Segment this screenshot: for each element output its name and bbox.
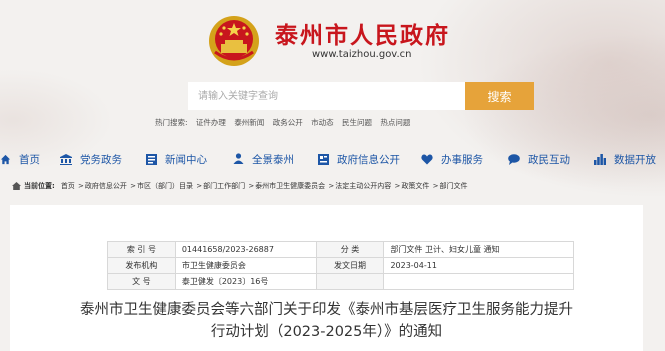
meta-value: 2023-04-11 xyxy=(383,257,574,274)
meta-key: 索 引 号 xyxy=(107,241,176,258)
meta-key: 发布机构 xyxy=(107,257,176,274)
nav-item-party-affairs[interactable]: 党务政务 xyxy=(60,150,122,168)
nav-item-label: 首页 xyxy=(19,153,40,166)
nav-item-interaction[interactable]: 政民互动 xyxy=(508,150,570,168)
news-icon xyxy=(146,153,157,165)
breadcrumb-item[interactable]: 部门文件 xyxy=(439,181,467,191)
nav-item-gov-info[interactable]: 政府信息公开 xyxy=(318,150,400,168)
nav-item-label: 党务政务 xyxy=(80,153,122,166)
document-title-line: 泰州市卫生健康委员会等六部门关于印发《泰州市基层医疗卫生服务能力提升 xyxy=(80,302,573,318)
nav-item-news-center[interactable]: 新闻中心 xyxy=(146,150,207,168)
national-emblem-icon[interactable] xyxy=(207,14,261,68)
site-url: www.taizhou.gov.cn xyxy=(312,49,412,60)
hot-search-label: 热门搜索: xyxy=(155,118,188,127)
building-icon xyxy=(60,153,72,165)
document-icon xyxy=(318,153,329,165)
nav-item-label: 政府信息公开 xyxy=(337,153,400,166)
main-nav: 首页 党务政务 新闻中心 全景泰州 政府信息公开 办事服务 政民互动 数据开放 xyxy=(0,150,665,168)
meta-key: 分 类 xyxy=(315,241,385,258)
meta-key: 文 号 xyxy=(107,273,176,290)
document-meta-table: 索 引 号 01441658/2023-26887 分 类 部门文件 卫计、妇女… xyxy=(107,241,574,290)
site-title[interactable]: 泰州市人民政府 xyxy=(275,16,450,50)
hot-search-item[interactable]: 热点问题 xyxy=(380,118,410,127)
table-row: 文 号 泰卫健发〔2023〕16号 xyxy=(107,273,574,290)
nav-item-open-data[interactable]: 数据开放 xyxy=(594,150,656,168)
nav-item-label: 政民互动 xyxy=(528,153,570,166)
nav-item-services[interactable]: 办事服务 xyxy=(421,150,483,168)
hot-search-item[interactable]: 民生问题 xyxy=(342,118,372,127)
nav-item-label: 新闻中心 xyxy=(165,153,207,166)
breadcrumb-item[interactable]: 政策文件 xyxy=(401,181,429,191)
nav-item-home[interactable]: 首页 xyxy=(0,150,40,168)
breadcrumb-item[interactable]: 泰州市卫生健康委员会 xyxy=(255,181,325,191)
search-input[interactable] xyxy=(188,82,465,110)
breadcrumb-item[interactable]: 政府信息公开 xyxy=(85,181,127,191)
hot-search-item[interactable]: 证件办理 xyxy=(196,118,226,127)
meta-value: 市卫生健康委员会 xyxy=(174,257,317,274)
document-title-line: 行动计划（2023-2025年）》的通知 xyxy=(210,324,443,340)
breadcrumb-item[interactable]: 首页 xyxy=(61,181,75,191)
person-icon xyxy=(233,153,244,164)
breadcrumb-item[interactable]: 市区（部门）目录 xyxy=(137,181,193,191)
nav-item-label: 全景泰州 xyxy=(252,153,294,166)
table-row: 发布机构 市卫生健康委员会 发文日期 2023-04-11 xyxy=(107,257,574,274)
site-header: 泰州市人民政府 www.taizhou.gov.cn xyxy=(0,0,665,80)
meta-value: 部门文件 卫计、妇女儿童 通知 xyxy=(383,241,574,258)
breadcrumb: 当前位置: 首页 > 政府信息公开 > 市区（部门）目录 > 部门工作部门 > … xyxy=(12,181,467,191)
home-icon xyxy=(0,154,11,164)
location-icon xyxy=(12,182,21,190)
document-title: 泰州市卫生健康委员会等六部门关于印发《泰州市基层医疗卫生服务能力提升 行动计划（… xyxy=(10,299,643,343)
nav-item-panorama[interactable]: 全景泰州 xyxy=(233,150,294,168)
hot-search-item[interactable]: 泰州新闻 xyxy=(234,118,264,127)
hot-search-item[interactable]: 政务公开 xyxy=(273,118,303,127)
hot-searches: 热门搜索: 证件办理 泰州新闻 政务公开 市动态 民生问题 热点问题 xyxy=(155,117,416,128)
meta-key: 发文日期 xyxy=(315,257,385,274)
hot-search-item[interactable]: 市动态 xyxy=(311,118,334,127)
breadcrumb-label: 当前位置: xyxy=(24,182,55,190)
chart-icon xyxy=(594,153,606,165)
search-button[interactable]: 搜索 xyxy=(465,82,534,110)
content-panel: 索 引 号 01441658/2023-26887 分 类 部门文件 卫计、妇女… xyxy=(10,205,643,351)
nav-item-label: 数据开放 xyxy=(614,153,656,166)
heart-icon xyxy=(421,154,433,164)
chat-icon xyxy=(508,153,520,165)
breadcrumb-item[interactable]: 部门工作部门 xyxy=(203,181,245,191)
table-row: 索 引 号 01441658/2023-26887 分 类 部门文件 卫计、妇女… xyxy=(107,241,574,258)
nav-item-label: 办事服务 xyxy=(441,153,483,166)
meta-value: 泰卫健发〔2023〕16号 xyxy=(174,273,317,290)
breadcrumb-item[interactable]: 法定主动公开内容 xyxy=(335,181,391,191)
meta-value: 01441658/2023-26887 xyxy=(174,241,317,258)
